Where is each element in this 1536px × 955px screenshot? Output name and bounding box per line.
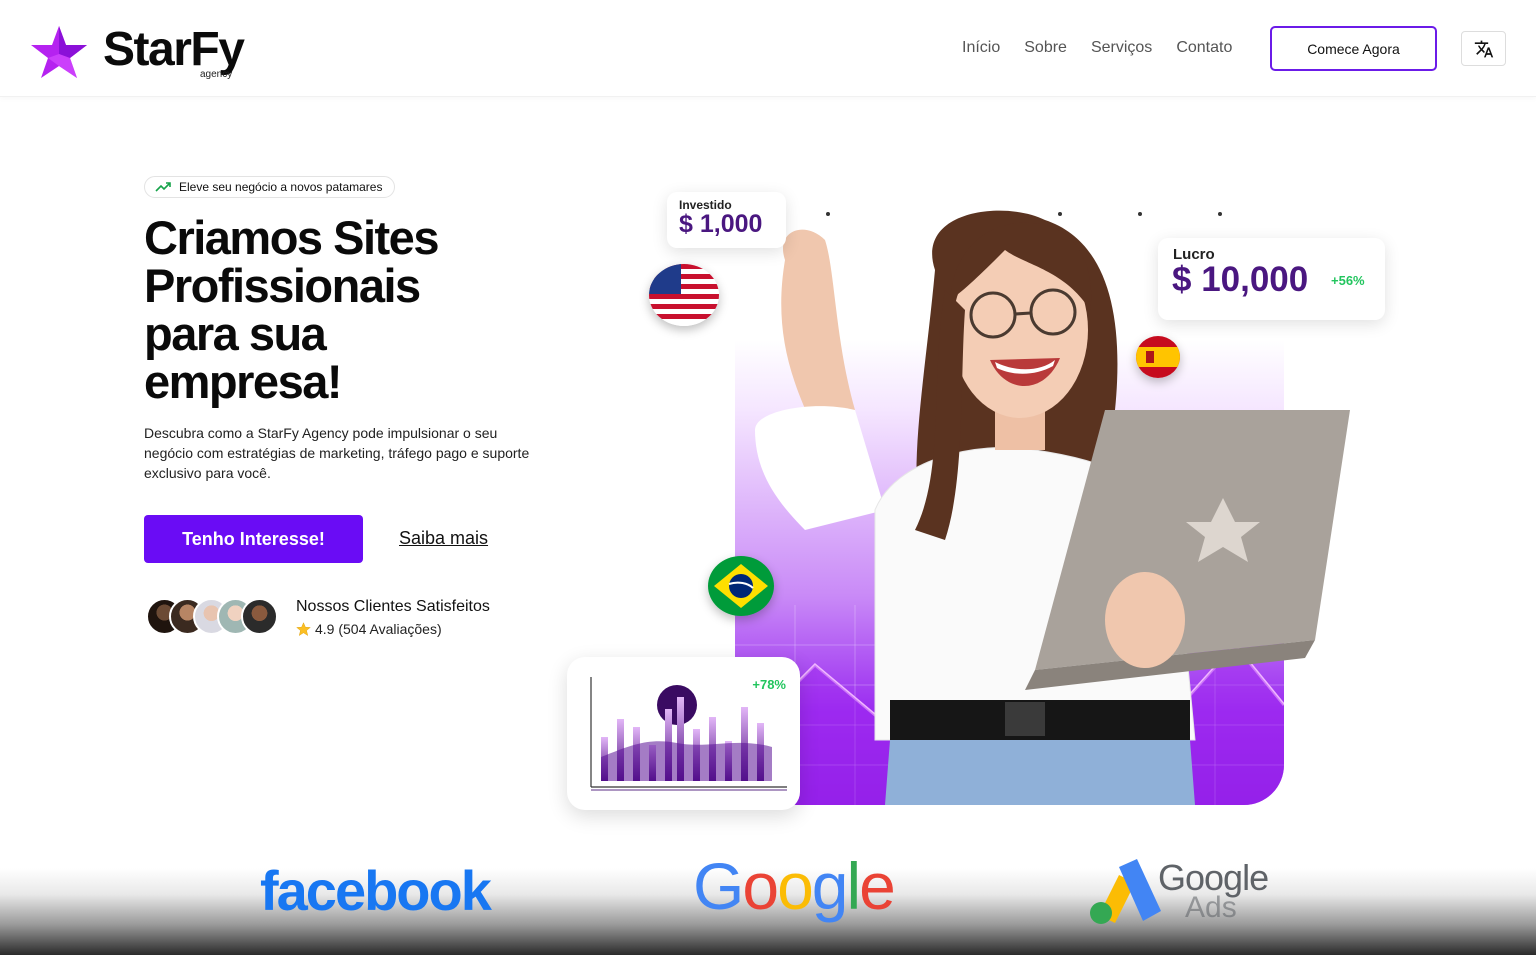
google-ads-logo: Google Ads <box>1085 855 1285 925</box>
tenho-interesse-button[interactable]: Tenho Interesse! <box>144 515 363 563</box>
invested-value: $ 1,000 <box>679 210 763 238</box>
google-letter: e <box>859 849 896 923</box>
flag-spain-icon <box>1136 336 1180 378</box>
google-ads-subtext: Ads <box>1185 891 1237 924</box>
avatar <box>241 598 278 635</box>
google-logo: Google <box>693 848 896 924</box>
clients-rating: 4.9 (504 Avaliações) <box>296 621 442 637</box>
trending-up-icon <box>155 182 171 192</box>
google-ads-icon <box>1090 859 1161 924</box>
star-logo-icon <box>31 26 87 78</box>
hero-visual: Investido $ 1,000 Lucro $ 10,000 +56% +7… <box>560 150 1400 815</box>
client-avatars <box>146 598 281 636</box>
translate-icon <box>1474 40 1493 57</box>
nav-item-inicio[interactable]: Início <box>962 38 1000 58</box>
sparkle-decoration <box>826 212 830 216</box>
nav-item-sobre[interactable]: Sobre <box>1024 38 1067 58</box>
flag-usa-icon <box>649 264 719 326</box>
comece-agora-button[interactable]: Comece Agora <box>1270 26 1437 71</box>
growth-chart-card: +78% <box>567 657 800 810</box>
hero-title-line: empresa! <box>144 355 343 408</box>
starfy-logo[interactable]: StarFy agency <box>30 22 280 82</box>
hero-description: Descubra como a StarFy Agency pode impul… <box>144 425 530 481</box>
nav-item-servicos[interactable]: Serviços <box>1091 38 1152 58</box>
profit-gain: +56% <box>1331 273 1365 288</box>
main-nav: Início Sobre Serviços Contato <box>962 38 1256 58</box>
sparkle-decoration <box>1138 212 1142 216</box>
hero-title-line: para sua <box>144 307 327 360</box>
clients-title: Nossos Clientes Satisfeitos <box>296 598 490 615</box>
profit-card: Lucro $ 10,000 +56% <box>1158 238 1385 320</box>
site-header: StarFy agency Início Sobre Serviços Cont… <box>0 0 1536 97</box>
google-letter: G <box>693 849 744 923</box>
logo-subtitle: agency <box>200 69 233 80</box>
invested-card: Investido $ 1,000 <box>667 192 786 248</box>
facebook-logo: facebook <box>260 859 492 922</box>
rating-text: 4.9 (504 Avaliações) <box>315 621 442 637</box>
google-letter: o <box>742 849 779 923</box>
sparkle-decoration <box>1218 212 1222 216</box>
nav-item-contato[interactable]: Contato <box>1176 38 1232 58</box>
bar-chart-graphic <box>590 677 787 791</box>
flag-brazil-icon <box>708 556 774 616</box>
hero-badge-text: Eleve seu negócio a novos patamares <box>179 180 383 194</box>
sparkle-decoration <box>1058 212 1062 216</box>
saiba-mais-link[interactable]: Saiba mais <box>399 528 488 549</box>
hero-badge: Eleve seu negócio a novos patamares <box>144 176 396 198</box>
hero-title-line: Profissionais <box>144 259 421 312</box>
google-letter: g <box>811 849 849 923</box>
google-letter: o <box>777 849 814 923</box>
star-icon <box>296 621 311 636</box>
profit-value: $ 10,000 <box>1172 260 1309 299</box>
google-letter: l <box>846 849 862 923</box>
language-button[interactable] <box>1461 31 1506 66</box>
hero-title: Criamos Sites Profissionais para sua emp… <box>144 214 544 406</box>
hero-title-line: Criamos Sites <box>144 211 439 264</box>
